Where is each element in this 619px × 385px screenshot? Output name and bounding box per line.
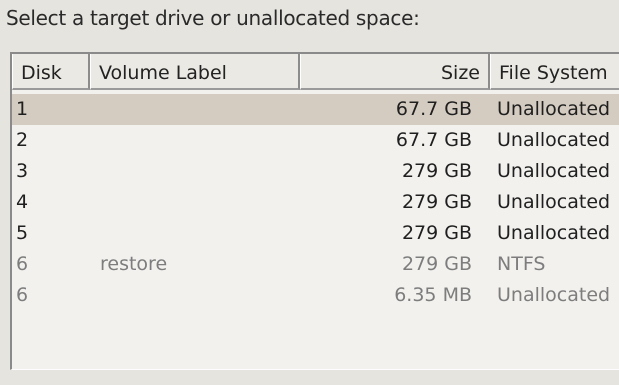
file-system-cell: Unallocated	[497, 160, 611, 182]
target-drive-prompt: Select a target drive or unallocated spa…	[6, 6, 420, 30]
disk-cell: 1	[16, 98, 29, 120]
drive-list[interactable]: Disk Volume Label Size File System 1 67.…	[10, 52, 619, 370]
table-row[interactable]: 5 279 GB Unallocated	[12, 218, 619, 249]
disk-cell: 4	[16, 191, 29, 213]
volume-label-cell: restore	[100, 253, 168, 275]
size-cell: 279 GB	[401, 253, 472, 275]
column-header-volume-label[interactable]: Volume Label	[90, 54, 300, 90]
disk-cell: 2	[16, 129, 29, 151]
column-header-file-system[interactable]: File System	[490, 54, 619, 90]
size-cell: 67.7 GB	[395, 98, 472, 120]
file-system-cell: NTFS	[497, 253, 546, 275]
size-cell: 67.7 GB	[395, 129, 472, 151]
disk-cell: 5	[16, 222, 29, 244]
table-row[interactable]: 2 67.7 GB Unallocated	[12, 125, 619, 156]
size-cell: 279 GB	[401, 191, 472, 213]
size-cell: 6.35 MB	[394, 284, 472, 306]
column-header-disk[interactable]: Disk	[12, 54, 90, 90]
disk-cell: 6	[16, 284, 29, 306]
column-header-size[interactable]: Size	[300, 54, 490, 90]
table-row[interactable]: 6 6.35 MB Unallocated	[12, 280, 619, 311]
file-system-cell: Unallocated	[497, 222, 611, 244]
table-row[interactable]: 3 279 GB Unallocated	[12, 156, 619, 187]
drive-rows: 1 67.7 GB Unallocated 2 67.7 GB Unalloca…	[12, 94, 619, 311]
table-row[interactable]: 4 279 GB Unallocated	[12, 187, 619, 218]
table-row[interactable]: 6 restore 279 GB NTFS	[12, 249, 619, 280]
file-system-cell: Unallocated	[497, 191, 611, 213]
disk-cell: 3	[16, 160, 29, 182]
disk-cell: 6	[16, 253, 29, 275]
size-cell: 279 GB	[401, 160, 472, 182]
file-system-cell: Unallocated	[497, 129, 611, 151]
file-system-cell: Unallocated	[497, 98, 611, 120]
size-cell: 279 GB	[401, 222, 472, 244]
list-header: Disk Volume Label Size File System	[12, 54, 619, 90]
table-row[interactable]: 1 67.7 GB Unallocated	[12, 94, 619, 125]
file-system-cell: Unallocated	[497, 284, 611, 306]
